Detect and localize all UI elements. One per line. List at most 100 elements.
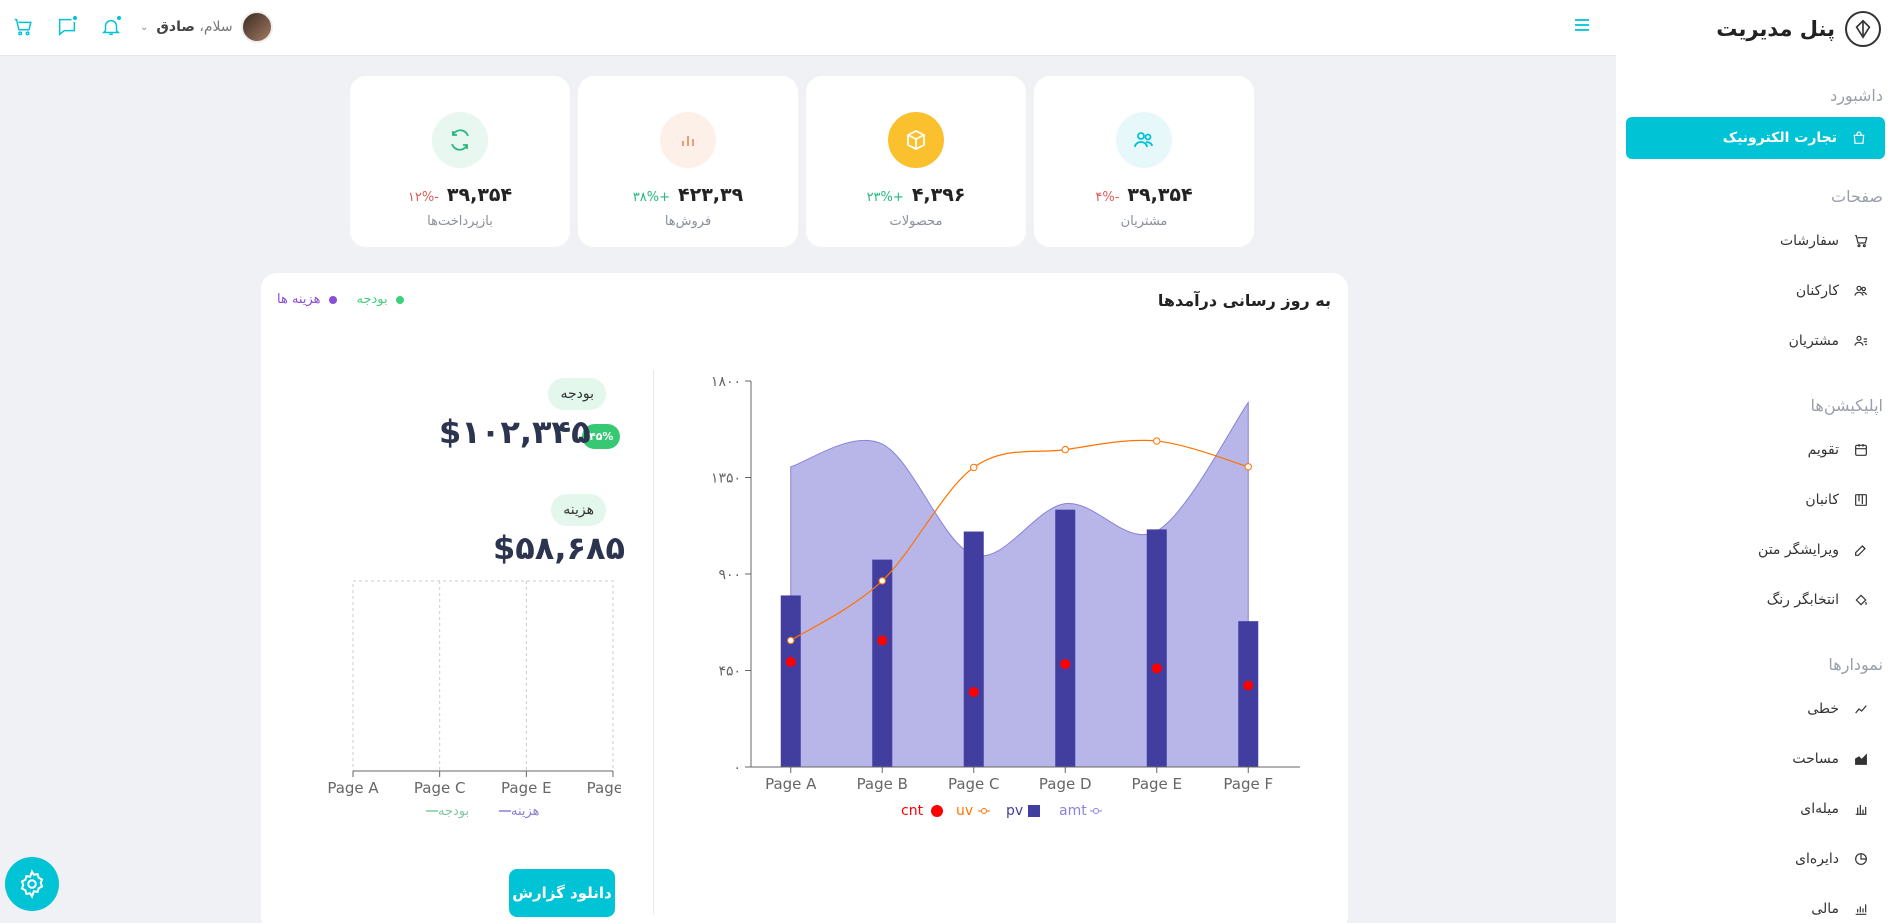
bar-pv	[872, 559, 893, 767]
revenue-title: به روز رسانی درآمدها	[1157, 291, 1331, 310]
sidebar-item[interactable]: مشتریان	[1616, 318, 1901, 364]
legend-item-expense: هزینه ها	[277, 292, 337, 307]
sidebar-section-title: داشبورد	[1830, 86, 1883, 105]
bar-pv	[1055, 509, 1076, 767]
legend-label: uv	[956, 803, 973, 819]
area-chart-icon	[1853, 751, 1869, 767]
gear-icon	[20, 869, 44, 899]
brand-title: پنل مدیریت	[1716, 17, 1835, 41]
sidebar-item-label: خطی	[1807, 701, 1839, 717]
legend-label: هزینه ها	[277, 292, 321, 307]
sidebar-item[interactable]: مساحت	[1616, 736, 1901, 782]
point-cnt	[1151, 663, 1162, 674]
paint-bucket-icon	[1853, 592, 1869, 608]
line-chart-icon	[1853, 701, 1869, 717]
combo-chart: ۰ ۴۵۰ ۹۰۰ ۱۳۵۰ ۱۸۰۰ Page A Page B Page C Page D P…	[711, 374, 1300, 819]
point-cnt	[877, 635, 888, 646]
x-tick-label: Page D	[1039, 775, 1092, 793]
stat-value: ۴,۳۹۶	[911, 184, 966, 206]
sidebar-item-label: مساحت	[1792, 751, 1839, 767]
stat-label: مشتریان	[1120, 214, 1168, 229]
stat-label: فروش‌ها	[664, 214, 712, 229]
legend-item: pv	[1006, 803, 1040, 819]
refresh-icon	[432, 112, 488, 168]
point-cnt	[1060, 659, 1071, 670]
sidebar-item-label: میله‌ای	[1800, 801, 1839, 817]
stat-delta: +۳۸%	[632, 190, 671, 205]
users-icon	[1116, 112, 1172, 168]
sidebar-section-title: اپلیکیشن‌ها	[1810, 396, 1883, 415]
legend-label: amt	[1059, 803, 1087, 819]
sidebar-item[interactable]: مالی	[1616, 886, 1901, 923]
x-tick-label: Page F	[1223, 775, 1273, 793]
stat-card: ۳۹,۳۵۴ -۴% مشتریان	[1034, 76, 1254, 247]
legend-dot	[395, 295, 404, 304]
stat-value: ۴۲۳,۳۹	[678, 184, 744, 206]
y-tick-label: ۰	[733, 760, 741, 776]
sidebar-item[interactable]: کارکنان	[1616, 268, 1901, 314]
sidebar-item[interactable]: میله‌ای	[1616, 786, 1901, 832]
y-tick-label: ۱۸۰۰	[711, 374, 741, 390]
sidebar-item-label: کانبان	[1805, 492, 1839, 508]
x-tick-label: Page C	[414, 779, 466, 797]
legend-label: بودجه	[356, 292, 388, 307]
sidebar: پنل مدیریت داشبورد تجارت الکترونیک صفحات سف…	[1616, 0, 1901, 923]
sidebar-nav: داشبورد تجارت الکترونیک صفحات سفارشات کارکنا…	[1616, 58, 1901, 923]
point-cnt	[1243, 680, 1254, 691]
cart-icon[interactable]	[8, 12, 38, 42]
notifications-icon[interactable]	[96, 12, 126, 42]
legend-item: بودجه	[426, 804, 469, 819]
avatar[interactable]	[240, 11, 273, 43]
sidebar-item-label: دایره‌ای	[1795, 851, 1839, 867]
x-tick-label: Page A	[765, 775, 817, 793]
stat-card: ۴۲۳,۳۹ +۳۸% فروش‌ها	[578, 76, 798, 247]
point-uv	[1061, 445, 1069, 454]
user-greeting: سلام،	[199, 19, 233, 35]
user-list-icon	[1853, 333, 1869, 349]
sidebar-section-title: نمودارها	[1828, 655, 1883, 674]
legend-label: cnt	[901, 803, 924, 819]
stat-value: ۳۹,۳۵۴	[1127, 184, 1193, 206]
x-tick-label: Page G	[587, 779, 621, 797]
download-report-button[interactable]: دانلود گزارش	[509, 869, 615, 917]
expense-pill: هزینه	[551, 494, 606, 526]
y-tick-label: ۴۵۰	[718, 664, 741, 680]
x-tick-label: Page B	[857, 775, 908, 793]
sidebar-item[interactable]: دایره‌ای	[1616, 836, 1901, 882]
legend-swatch	[931, 805, 943, 817]
budget-expense-chart: Page A Page C Page E Page G هزینه بودجه	[327, 580, 621, 819]
sidebar-item-label: مالی	[1811, 901, 1839, 917]
legend-label: بودجه	[438, 804, 469, 819]
sidebar-item[interactable]: تجارت الکترونیک	[1626, 117, 1885, 159]
revenue-legend: بودجه هزینه ها	[277, 292, 404, 307]
point-uv	[1153, 437, 1161, 445]
legend-item: هزینه	[499, 804, 540, 819]
stat-label: بازپرداخت‌ها	[427, 214, 493, 229]
legend-swatch	[1028, 805, 1040, 817]
stat-delta: -۴%	[1095, 190, 1120, 205]
brand-logo-icon	[1845, 11, 1881, 47]
sidebar-item[interactable]: کانبان	[1616, 477, 1901, 523]
point-uv	[1244, 463, 1252, 471]
legend-item: cnt	[901, 803, 943, 819]
sidebar-item[interactable]: سفارشات	[1616, 218, 1901, 264]
plot-area	[352, 580, 614, 772]
stat-delta: +۲۳%	[866, 190, 904, 205]
cart-icon	[1853, 233, 1869, 249]
sidebar-item[interactable]: ویرایشگر متن	[1616, 527, 1901, 573]
legend-item: amt	[1059, 803, 1102, 819]
box-icon	[888, 112, 944, 168]
y-tick-label: ۹۰۰	[718, 567, 741, 583]
user-menu[interactable]: ⌄ سلام، صادق	[140, 11, 273, 43]
x-tick-label: Page C	[948, 775, 1000, 793]
bag-icon	[1851, 130, 1867, 146]
messages-icon[interactable]	[52, 12, 82, 42]
settings-gear-button[interactable]	[5, 857, 59, 911]
sidebar-item-label: انتخابگر رنگ	[1766, 592, 1839, 608]
sidebar-item[interactable]: انتخابگر رنگ	[1616, 577, 1901, 623]
menu-toggle-icon[interactable]	[1573, 16, 1591, 34]
legend-dot	[328, 295, 337, 304]
sidebar-item[interactable]: خطی	[1616, 686, 1901, 732]
sidebar-item[interactable]: تقویم	[1616, 427, 1901, 473]
messages-badge	[71, 14, 79, 22]
